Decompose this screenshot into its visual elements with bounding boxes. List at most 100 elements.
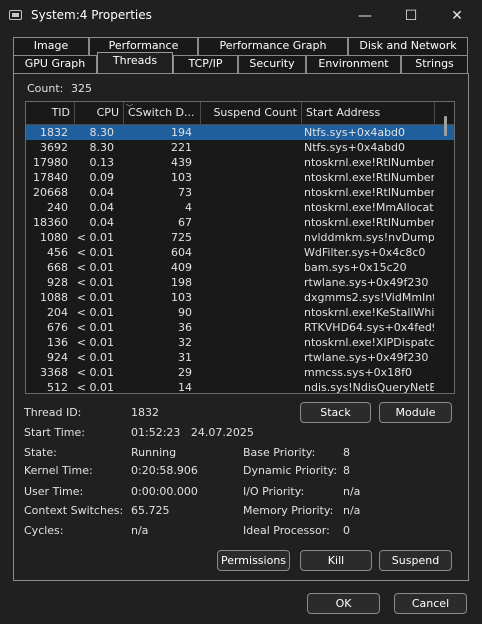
cell-cswitch-delta: 67	[178, 216, 192, 229]
cell-cswitch-delta: 36	[178, 321, 192, 334]
tab-disk-and-network[interactable]: Disk and Network	[348, 37, 468, 55]
cell-cpu: < 0.01	[76, 321, 114, 334]
cell-cpu: 0.04	[89, 201, 115, 214]
table-row[interactable]: 18360 0.04 67 ntoskrnl.exe!RtlNumber...	[26, 215, 454, 230]
cell-tid: 456	[47, 246, 68, 259]
table-row[interactable]: 204 < 0.01 90 ntoskrnl.exe!KeStallWhil...	[26, 305, 454, 320]
close-icon[interactable]: ✕	[434, 0, 480, 32]
cell-cswitch-delta: 73	[178, 186, 192, 199]
cell-start-address: RTKVHD64.sys+0x4fed94	[304, 321, 434, 334]
cell-cswitch-delta: 4	[185, 201, 192, 214]
cell-suspend-count	[202, 245, 298, 260]
io-priority-label: I/O Priority:	[243, 485, 305, 498]
cell-start-address: ntoskrnl.exe!MmAllocate...	[304, 201, 434, 214]
table-row[interactable]: 676 < 0.01 36 RTKVHD64.sys+0x4fed94	[26, 320, 454, 335]
cell-cpu: < 0.01	[76, 381, 114, 394]
cell-tid: 1088	[40, 291, 68, 304]
tab-environment[interactable]: Environment	[306, 55, 401, 73]
memory-priority-label: Memory Priority:	[243, 504, 334, 517]
kill-button[interactable]: Kill	[300, 550, 372, 571]
ok-button[interactable]: OK	[307, 593, 380, 614]
cell-suspend-count	[202, 140, 298, 155]
cell-start-address: Ntfs.sys+0x4abd0	[304, 141, 406, 154]
threads-table[interactable]: TID CPU ﹀ CSwitch D... Suspend Count Sta…	[25, 101, 455, 394]
cell-suspend-count	[202, 290, 298, 305]
tab-threads[interactable]: Threads	[97, 52, 173, 73]
dynamic-priority-label: Dynamic Priority:	[243, 464, 338, 477]
stack-button[interactable]: Stack	[300, 402, 371, 423]
window-title: System:4 Properties	[31, 8, 152, 22]
count-label: Count:	[27, 82, 64, 95]
cancel-button[interactable]: Cancel	[394, 593, 467, 614]
table-row[interactable]: 924 < 0.01 31 rtwlane.sys+0x49f230	[26, 350, 454, 365]
cell-tid: 136	[47, 336, 68, 349]
cell-cswitch-delta: 103	[171, 171, 192, 184]
permissions-button[interactable]: Permissions	[217, 550, 290, 571]
column-header-cpu[interactable]: CPU	[75, 102, 124, 124]
module-button[interactable]: Module	[379, 402, 452, 423]
suspend-button[interactable]: Suspend	[379, 550, 452, 571]
column-header-suspend-count[interactable]: Suspend Count	[201, 102, 302, 124]
table-row[interactable]: 17840 0.09 103 ntoskrnl.exe!RtlNumber...	[26, 170, 454, 185]
cell-suspend-count	[202, 230, 298, 245]
cell-tid: 924	[47, 351, 68, 364]
table-row[interactable]: 668 < 0.01 409 bam.sys+0x15c20	[26, 260, 454, 275]
table-row[interactable]: 512 < 0.01 14 ndis.sys!NdisQueryNetB...	[26, 380, 454, 394]
state-label: State:	[24, 446, 57, 459]
cell-start-address: ntoskrnl.exe!RtlNumber...	[304, 156, 434, 169]
table-row[interactable]: 928 < 0.01 198 rtwlane.sys+0x49f230	[26, 275, 454, 290]
cell-cpu: 0.04	[89, 186, 115, 199]
table-row[interactable]: 136 < 0.01 32 ntoskrnl.exe!XIPDispatc...	[26, 335, 454, 350]
table-row[interactable]: 456 < 0.01 604 WdFilter.sys+0x4c8c0	[26, 245, 454, 260]
thread-id-label: Thread ID:	[24, 406, 82, 419]
minimize-icon[interactable]: —	[342, 0, 388, 32]
tab-strings[interactable]: Strings	[401, 55, 468, 73]
cell-start-address: rtwlane.sys+0x49f230	[304, 351, 429, 364]
tab-performance-graph[interactable]: Performance Graph	[198, 37, 348, 55]
table-row[interactable]: 20668 0.04 73 ntoskrnl.exe!RtlNumber...	[26, 185, 454, 200]
count-value: 325	[71, 82, 92, 95]
cell-cswitch-delta: 439	[171, 156, 192, 169]
cell-cswitch-delta: 103	[171, 291, 192, 304]
cell-start-address: ntoskrnl.exe!XIPDispatc...	[304, 336, 434, 349]
table-row[interactable]: 1832 8.30 194 Ntfs.sys+0x4abd0	[26, 125, 454, 140]
table-row[interactable]: 3368 < 0.01 29 mmcss.sys+0x18f0	[26, 365, 454, 380]
thread-id-value: 1832	[131, 406, 159, 419]
column-header-tid[interactable]: TID	[26, 102, 75, 124]
start-time-label: Start Time:	[24, 426, 85, 439]
tab-gpu-graph[interactable]: GPU Graph	[13, 55, 97, 73]
table-row[interactable]: 240 0.04 4 ntoskrnl.exe!MmAllocate...	[26, 200, 454, 215]
column-header-cswitch-delta[interactable]: CSwitch D...	[124, 102, 201, 124]
cell-cpu: < 0.01	[76, 366, 114, 379]
cell-cpu: < 0.01	[76, 336, 114, 349]
tab-image[interactable]: Image	[13, 37, 89, 55]
table-row[interactable]: 3692 8.30 221 Ntfs.sys+0x4abd0	[26, 140, 454, 155]
tab-security[interactable]: Security	[238, 55, 306, 73]
window-app-icon	[9, 10, 22, 20]
cell-start-address: ndis.sys!NdisQueryNetB...	[304, 381, 434, 394]
cycles-value: n/a	[131, 524, 149, 537]
table-row[interactable]: 1080 < 0.01 725 nvlddmkm.sys!nvDumpC...	[26, 230, 454, 245]
cell-cpu: < 0.01	[76, 291, 114, 304]
cell-cswitch-delta: 90	[178, 306, 192, 319]
tab-tcp-ip[interactable]: TCP/IP	[173, 55, 238, 73]
start-time-value: 01:52:23 24.07.2025	[131, 426, 254, 439]
cell-tid: 512	[47, 381, 68, 394]
kernel-time-label: Kernel Time:	[24, 464, 93, 477]
cell-cpu: 8.30	[89, 126, 115, 139]
table-row[interactable]: 1088 < 0.01 103 dxgmms2.sys!VidMmInte...	[26, 290, 454, 305]
column-header-start-address[interactable]: Start Address	[302, 102, 435, 124]
maximize-icon[interactable]: ☐	[388, 0, 434, 32]
cell-tid: 204	[47, 306, 68, 319]
cell-cswitch-delta: 604	[171, 246, 192, 259]
cell-cswitch-delta: 31	[178, 351, 192, 364]
vertical-scrollbar[interactable]	[444, 116, 447, 136]
context-switches-value: 65.725	[131, 504, 170, 517]
cell-tid: 676	[47, 321, 68, 334]
cell-tid: 3368	[40, 366, 68, 379]
cell-suspend-count	[202, 125, 298, 140]
table-row[interactable]: 17980 0.13 439 ntoskrnl.exe!RtlNumber...	[26, 155, 454, 170]
cell-cswitch-delta: 409	[171, 261, 192, 274]
cell-start-address: ntoskrnl.exe!RtlNumber...	[304, 186, 434, 199]
cell-start-address: dxgmms2.sys!VidMmInte...	[304, 291, 434, 304]
